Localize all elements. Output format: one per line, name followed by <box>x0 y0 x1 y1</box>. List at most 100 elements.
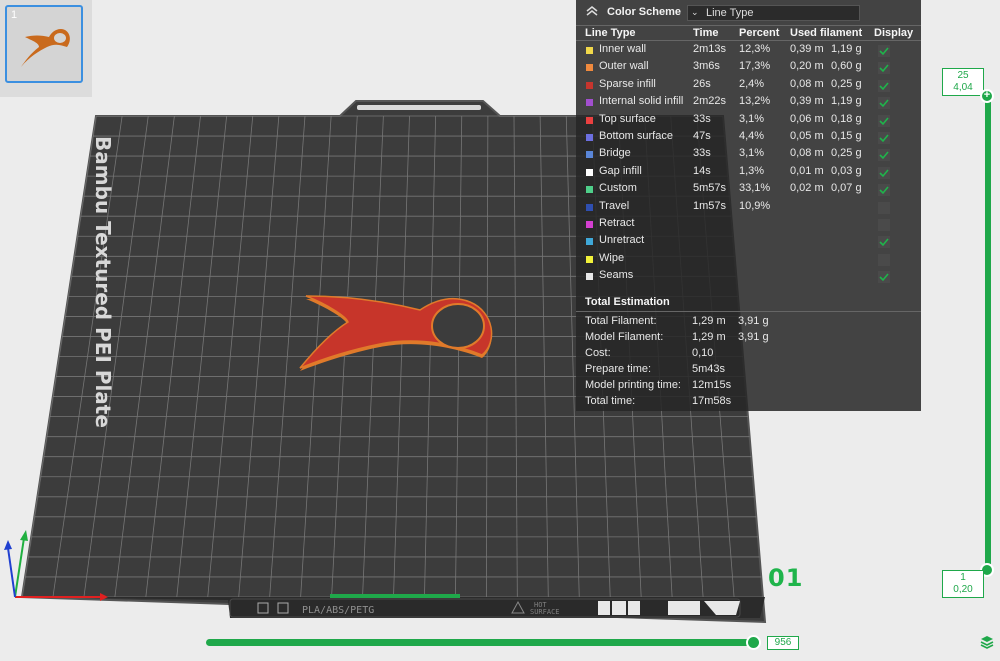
checkmark-icon <box>879 99 889 108</box>
move-slider-handle[interactable] <box>746 635 761 650</box>
line-type-percent: 33,1% <box>739 182 771 195</box>
layer-slider-top-handle[interactable]: + <box>980 89 994 103</box>
checkmark-icon <box>879 169 889 177</box>
display-checkbox[interactable] <box>878 236 890 249</box>
display-checkbox[interactable] <box>878 132 890 144</box>
move-slider-track[interactable] <box>206 639 759 646</box>
checkmark-icon <box>879 117 889 125</box>
line-type-filament-length: 0,05 m <box>790 130 824 142</box>
line-type-name: Bridge <box>599 147 631 160</box>
plate-number: 01 <box>768 564 804 592</box>
checkmark-icon <box>879 238 889 247</box>
line-type-percent: 13,2% <box>739 95 771 108</box>
checkmark-icon <box>879 151 889 160</box>
line-type-time: 14s <box>693 164 711 177</box>
line-type-name: Outer wall <box>599 60 649 73</box>
line-type-filament-weight: 0,03 g <box>831 164 862 177</box>
estimation-row: Total time: 17m58s <box>576 395 921 411</box>
legend-row: Wipe <box>576 252 921 269</box>
display-checkbox[interactable] <box>878 97 890 110</box>
line-type-time: 33s <box>693 112 711 125</box>
checkmark-icon <box>879 273 889 282</box>
display-checkbox[interactable] <box>878 166 890 179</box>
line-type-color-swatch <box>586 151 593 159</box>
plate-icon-2 <box>612 601 626 615</box>
line-type-name: Retract <box>599 217 635 229</box>
plate-icon-3 <box>628 601 640 615</box>
line-type-filament-length: 0,01 m <box>790 164 824 177</box>
collapse-chevron-icon[interactable] <box>585 5 599 17</box>
estimation-value-secondary: 3,91 g <box>738 331 769 343</box>
top-layer-number: 25 <box>957 70 969 81</box>
line-type-time: 5m57s <box>693 182 727 195</box>
line-type-name: Inner wall <box>599 43 647 55</box>
line-type-name: Gap infill <box>599 164 642 177</box>
plate-thumbnail-index: 1 <box>11 9 18 21</box>
legend-row: Gap infill 14s 1,3% 0,01 m 0,03 g <box>576 165 921 182</box>
display-checkbox[interactable] <box>878 253 890 266</box>
legend-row: Travel 1m57s 10,9% <box>576 200 921 217</box>
model-thumbnail-icon <box>21 29 70 67</box>
line-type-filament-weight: 1,19 g <box>831 43 862 55</box>
estimation-value: 1,29 m <box>692 315 726 327</box>
display-checkbox[interactable] <box>878 62 890 75</box>
line-type-color-swatch <box>586 255 593 263</box>
line-type-time: 26s <box>693 77 711 90</box>
layer-slider-top-label: 25 4,04 <box>942 68 984 96</box>
display-checkbox[interactable] <box>878 114 890 127</box>
line-type-percent: 2,4% <box>739 77 765 90</box>
display-checkbox[interactable] <box>878 271 890 284</box>
display-checkbox[interactable] <box>878 79 890 92</box>
line-type-filament-weight: 0,18 g <box>831 112 862 125</box>
plate-thumbnail-panel: 1 <box>0 0 92 97</box>
estimation-row: Model printing time: 12m15s <box>576 379 921 395</box>
line-type-color-swatch <box>586 273 593 281</box>
line-type-percent: 1,3% <box>739 164 765 177</box>
line-type-color-swatch <box>586 186 593 194</box>
line-type-filament-weight: 1,19 g <box>831 95 862 108</box>
line-type-name: Internal solid infill <box>599 95 684 108</box>
col-header-used-filament: Used filament <box>790 27 863 39</box>
total-estimation-title: Total Estimation <box>585 296 670 308</box>
line-type-filament-length: 0,20 m <box>790 60 824 73</box>
legend-row: Inner wall 2m13s 12,3% 0,39 m 1,19 g <box>576 43 921 60</box>
color-scheme-title: Color Scheme <box>607 6 681 18</box>
line-type-filament-length: 0,02 m <box>790 182 824 195</box>
move-slider-value: 956 <box>767 636 799 650</box>
line-type-percent: 3,1% <box>739 112 765 125</box>
divider <box>576 25 921 26</box>
line-type-color-swatch <box>586 238 593 246</box>
layers-icon[interactable] <box>980 635 994 649</box>
estimation-value: 1,29 m <box>692 331 726 343</box>
line-type-filament-weight: 0,07 g <box>831 182 862 195</box>
line-type-time: 2m13s <box>693 43 727 55</box>
estimation-value: 17m58s <box>692 395 732 407</box>
estimation-row: Prepare time: 5m43s <box>576 363 921 379</box>
display-checkbox[interactable] <box>878 149 890 162</box>
line-type-percent: 17,3% <box>739 60 771 73</box>
display-checkbox[interactable] <box>878 201 890 214</box>
display-checkbox[interactable] <box>878 45 890 57</box>
line-type-color-swatch <box>586 221 593 228</box>
plate-thumbnail[interactable]: 1 <box>5 5 83 83</box>
col-header-display: Display <box>874 27 914 39</box>
estimation-row: Model Filament: 1,29 m 3,91 g <box>576 331 921 347</box>
line-type-filament-length: 0,39 m <box>790 95 824 108</box>
bottom-layer-number: 1 <box>960 572 966 583</box>
line-type-name: Wipe <box>599 251 625 264</box>
line-type-filament-length: 0,39 m <box>790 43 824 55</box>
display-checkbox[interactable] <box>878 219 890 231</box>
estimation-label: Total time: <box>585 395 636 407</box>
line-type-color-swatch <box>586 64 593 72</box>
line-type-name: Seams <box>599 269 634 282</box>
legend-row: Internal solid infill 2m22s 13,2% 0,39 m 1,1… <box>576 95 921 112</box>
color-scheme-value: Line Type <box>706 7 754 19</box>
line-type-color-swatch <box>586 203 593 211</box>
estimation-label: Total Filament: <box>585 315 657 327</box>
divider <box>576 40 921 41</box>
legend-row: Custom 5m57s 33,1% 0,02 m 0,07 g <box>576 182 921 199</box>
layer-slider-track[interactable] <box>985 96 991 571</box>
color-scheme-select[interactable]: ⌄ Line Type <box>687 5 860 21</box>
display-checkbox[interactable] <box>878 184 890 197</box>
line-type-filament-length: 0,08 m <box>790 77 824 90</box>
